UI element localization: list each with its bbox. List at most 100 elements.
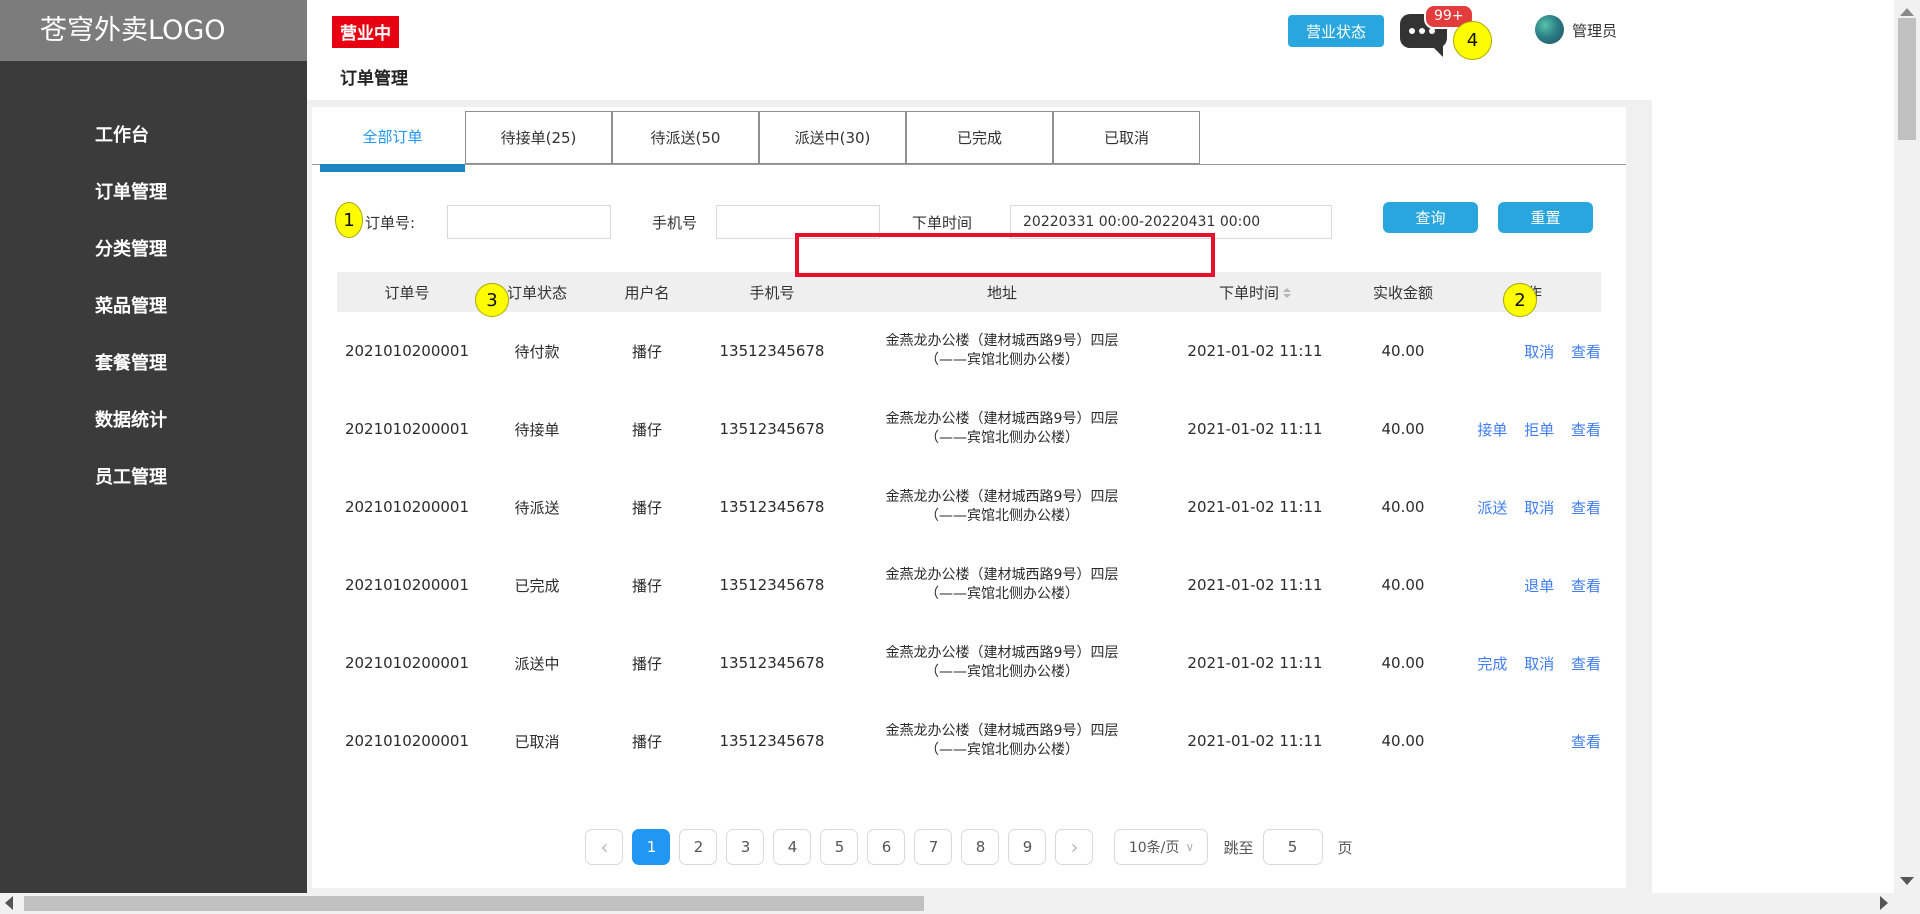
action-complete[interactable]: 完成: [1477, 655, 1507, 673]
phone: 13512345678: [697, 498, 847, 516]
order-no-input[interactable]: [447, 205, 611, 239]
sidebar-item-orders[interactable]: 订单管理: [0, 164, 307, 221]
orders-card: 全部订单 待接单(25) 待派送(50 派送中(30) 已完成 已取消 订单号:…: [312, 107, 1626, 888]
page-suffix-label: 页: [1338, 837, 1353, 858]
page-button-8[interactable]: 8: [961, 829, 999, 865]
scroll-up-icon[interactable]: [1900, 8, 1914, 16]
chevron-down-icon: ∨: [1185, 840, 1194, 854]
page-button-6[interactable]: 6: [867, 829, 905, 865]
action-view[interactable]: 查看: [1571, 499, 1601, 517]
sidebar-item-workbench[interactable]: 工作台: [0, 107, 307, 164]
address: 金燕龙办公楼（建材城西路9号）四层 （——宾馆北侧办公楼）: [847, 410, 1157, 448]
action-cancel[interactable]: 取消: [1524, 499, 1554, 517]
address: 金燕龙办公楼（建材城西路9号）四层 （——宾馆北侧办公楼）: [847, 488, 1157, 526]
page-button-9[interactable]: 9: [1008, 829, 1046, 865]
pagination: ‹ 1 2 3 4 5 6 7 8 9 › 10条/页 ∨ 跳至 页: [312, 829, 1626, 865]
table-row: 2021010200001 已取消 播仔 13512345678 金燕龙办公楼（…: [337, 702, 1601, 780]
action-view[interactable]: 查看: [1571, 421, 1601, 439]
action-cancel[interactable]: 取消: [1524, 655, 1554, 673]
sidebar-item-categories[interactable]: 分类管理: [0, 221, 307, 278]
row-actions: 退单 查看: [1453, 575, 1601, 596]
sidebar-item-dishes[interactable]: 菜品管理: [0, 278, 307, 335]
header-phone: 手机号: [697, 282, 847, 303]
sidebar: 苍穹外卖LOGO 工作台 订单管理 分类管理 菜品管理 套餐管理 数据统计 员工…: [0, 0, 307, 893]
order-status: 待派送: [477, 497, 597, 518]
next-page-button[interactable]: ›: [1055, 829, 1093, 865]
page-size-select[interactable]: 10条/页 ∨: [1114, 829, 1208, 865]
header-order-no: 订单号: [337, 282, 477, 303]
action-view[interactable]: 查看: [1571, 655, 1601, 673]
tab-pending-dispatch[interactable]: 待派送(50: [612, 111, 759, 164]
row-actions: 查看: [1453, 731, 1601, 752]
action-view[interactable]: 查看: [1571, 577, 1601, 595]
tab-cancelled[interactable]: 已取消: [1053, 111, 1200, 164]
sidebar-item-setmeal[interactable]: 套餐管理: [0, 335, 307, 392]
action-view[interactable]: 查看: [1571, 343, 1601, 361]
header-order-time[interactable]: 下单时间: [1157, 282, 1353, 303]
header-amount: 实收金额: [1353, 282, 1453, 303]
sidebar-nav: 工作台 订单管理 分类管理 菜品管理 套餐管理 数据统计 员工管理: [0, 61, 307, 506]
table-row: 2021010200001 待派送 播仔 13512345678 金燕龙办公楼（…: [337, 468, 1601, 546]
user: 播仔: [597, 419, 697, 440]
action-view[interactable]: 查看: [1571, 733, 1601, 751]
phone: 13512345678: [697, 576, 847, 594]
phone: 13512345678: [697, 732, 847, 750]
orders-table: 订单号 订单状态 用户名 手机号 地址 下单时间 实收金额 操作 2021010…: [337, 272, 1601, 780]
address: 金燕龙办公楼（建材城西路9号）四层 （——宾馆北侧办公楼）: [847, 722, 1157, 760]
page-button-4[interactable]: 4: [773, 829, 811, 865]
page-button-7[interactable]: 7: [914, 829, 952, 865]
user: 播仔: [597, 731, 697, 752]
order-no: 2021010200001: [337, 576, 477, 594]
page-button-2[interactable]: 2: [679, 829, 717, 865]
address: 金燕龙办公楼（建材城西路9号）四层 （——宾馆北侧办公楼）: [847, 332, 1157, 370]
action-dispatch[interactable]: 派送: [1477, 499, 1507, 517]
order-time: 2021-01-02 11:11: [1157, 420, 1353, 438]
page-button-3[interactable]: 3: [726, 829, 764, 865]
order-status: 待付款: [477, 341, 597, 362]
scroll-right-icon[interactable]: [1880, 896, 1888, 910]
amount: 40.00: [1353, 654, 1453, 672]
chat-dots-icon: [1409, 28, 1415, 34]
address: 金燕龙办公楼（建材城西路9号）四层 （——宾馆北侧办公楼）: [847, 644, 1157, 682]
amount: 40.00: [1353, 732, 1453, 750]
amount: 40.00: [1353, 420, 1453, 438]
prev-page-button[interactable]: ‹: [585, 829, 623, 865]
search-button[interactable]: 查询: [1383, 202, 1478, 233]
app-logo: 苍穹外卖LOGO: [0, 0, 307, 61]
action-accept[interactable]: 接单: [1477, 421, 1507, 439]
table-row: 2021010200001 已完成 播仔 13512345678 金燕龙办公楼（…: [337, 546, 1601, 624]
order-time: 2021-01-02 11:11: [1157, 342, 1353, 360]
action-refund[interactable]: 退单: [1524, 577, 1554, 595]
order-no: 2021010200001: [337, 654, 477, 672]
tab-completed[interactable]: 已完成: [906, 111, 1053, 164]
annotation-circle-1: 1: [335, 202, 363, 238]
annotation-circle-4: 4: [1453, 21, 1492, 60]
row-actions: 取消 查看: [1453, 341, 1601, 362]
phone: 13512345678: [697, 654, 847, 672]
tab-all-orders[interactable]: 全部订单: [320, 111, 465, 164]
scroll-left-icon[interactable]: [5, 896, 13, 910]
page-title: 订单管理: [340, 64, 408, 89]
action-reject[interactable]: 拒单: [1524, 421, 1554, 439]
jump-page-input[interactable]: [1263, 829, 1323, 865]
sidebar-item-statistics[interactable]: 数据统计: [0, 392, 307, 449]
horizontal-scrollbar-thumb[interactable]: [24, 896, 924, 911]
vertical-scrollbar[interactable]: [1894, 0, 1920, 893]
table-row: 2021010200001 待接单 播仔 13512345678 金燕龙办公楼（…: [337, 390, 1601, 468]
order-time: 2021-01-02 11:11: [1157, 576, 1353, 594]
tab-dispatching[interactable]: 派送中(30): [759, 111, 906, 164]
business-status-button[interactable]: 营业状态: [1288, 15, 1384, 47]
vertical-scrollbar-thumb[interactable]: [1898, 18, 1916, 140]
horizontal-scrollbar[interactable]: [0, 893, 1920, 914]
table-header-row: 订单号 订单状态 用户名 手机号 地址 下单时间 实收金额 操作: [337, 272, 1601, 312]
tab-pending-accept[interactable]: 待接单(25): [465, 111, 612, 164]
sort-icon[interactable]: [1283, 284, 1291, 302]
sidebar-item-employees[interactable]: 员工管理: [0, 449, 307, 506]
page-button-1[interactable]: 1: [632, 829, 670, 865]
action-cancel[interactable]: 取消: [1524, 343, 1554, 361]
reset-button[interactable]: 重置: [1498, 202, 1593, 233]
page-button-5[interactable]: 5: [820, 829, 858, 865]
avatar[interactable]: [1535, 15, 1564, 44]
order-status: 派送中: [477, 653, 597, 674]
scroll-down-icon[interactable]: [1900, 877, 1914, 885]
